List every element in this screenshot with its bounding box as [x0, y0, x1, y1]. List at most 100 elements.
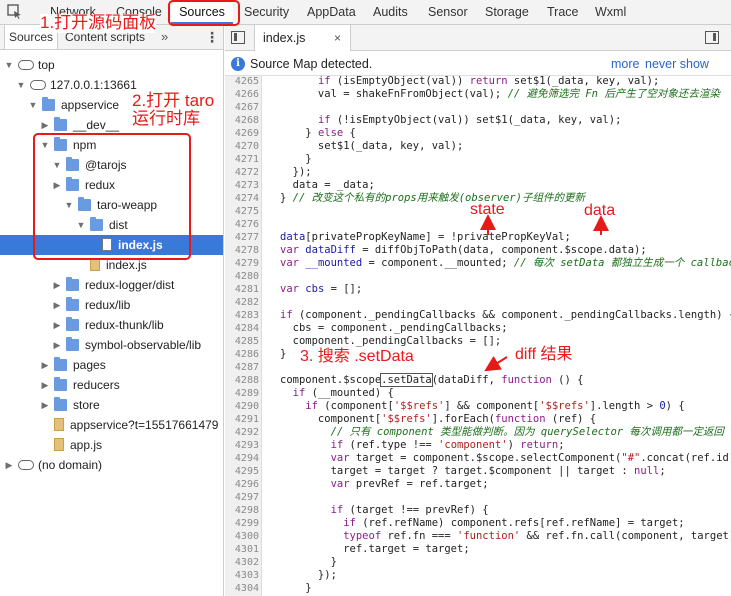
navigator-menu-icon[interactable]: ⋮ [205, 25, 219, 49]
collapsed-triangle-icon[interactable]: ▶ [40, 395, 50, 415]
tree-item-label: store [73, 398, 100, 412]
line-number[interactable]: 4295 [225, 465, 259, 478]
collapsed-triangle-icon[interactable]: ▶ [40, 375, 50, 395]
tab-trace[interactable]: Trace [547, 0, 579, 24]
code-line: var prevRef = ref.target; [330, 478, 489, 490]
line-number[interactable]: 4275 [225, 205, 259, 218]
code-line: } [280, 556, 337, 568]
line-number[interactable]: 4265 [225, 76, 259, 88]
line-number[interactable]: 4277 [225, 231, 259, 244]
line-number[interactable]: 4289 [225, 387, 259, 400]
line-number[interactable]: 4304 [225, 582, 259, 595]
infobar-more-link[interactable]: more [611, 52, 639, 76]
tab-wxml[interactable]: Wxml [595, 0, 626, 24]
collapsed-triangle-icon[interactable]: ▶ [4, 455, 14, 475]
line-number[interactable]: 4293 [225, 439, 259, 452]
line-number[interactable]: 4284 [225, 322, 259, 335]
folder-icon [54, 357, 67, 371]
tree-item-label: top [38, 58, 55, 72]
code-line: // 只有 component 类型能做判断。因为 querySelector … [330, 426, 724, 438]
tree-item[interactable]: ▶ (no domain) [0, 455, 223, 475]
line-number[interactable]: 4296 [225, 478, 259, 491]
collapsed-triangle-icon[interactable]: ▶ [40, 355, 50, 375]
line-number[interactable]: 4300 [225, 530, 259, 543]
expanded-triangle-icon[interactable]: ▼ [4, 55, 14, 75]
toggle-navigator-icon[interactable] [231, 31, 245, 44]
code-editor[interactable]: if (isEmptyObject(val)) return set$1(_da… [263, 76, 731, 596]
collapsed-triangle-icon[interactable]: ▶ [52, 295, 62, 315]
tree-item-label: __dev__ [73, 118, 120, 132]
tree-item[interactable]: ▶ redux/lib [0, 295, 223, 315]
tree-item[interactable]: appservice?t=15517661479 [0, 415, 223, 435]
line-number[interactable]: 4298 [225, 504, 259, 517]
code-line: if (ref.type !== 'component') return; [330, 439, 565, 451]
line-number[interactable]: 4301 [225, 543, 259, 556]
collapsed-triangle-icon[interactable]: ▶ [52, 315, 62, 335]
line-number[interactable]: 4282 [225, 296, 259, 309]
code-line: }); [280, 166, 312, 178]
tab-audits[interactable]: Audits [373, 0, 408, 24]
line-number[interactable]: 4273 [225, 179, 259, 192]
line-number[interactable]: 4288 [225, 374, 259, 387]
tree-item[interactable]: ▶ redux-logger/dist [0, 275, 223, 295]
line-number[interactable]: 4303 [225, 569, 259, 582]
tree-item[interactable]: ▶ symbol-observable/lib [0, 335, 223, 355]
code-line: if (__mounted) { [292, 387, 394, 399]
tab-storage[interactable]: Storage [485, 0, 529, 24]
collapsed-triangle-icon[interactable]: ▶ [52, 275, 62, 295]
line-number[interactable]: 4285 [225, 335, 259, 348]
tree-item[interactable]: app.js [0, 435, 223, 455]
line-number[interactable]: 4271 [225, 153, 259, 166]
cloud-icon [30, 80, 46, 90]
tab-appdata[interactable]: AppData [307, 0, 356, 24]
collapsed-triangle-icon[interactable]: ▶ [40, 115, 50, 135]
toggle-debugger-icon[interactable] [705, 31, 719, 44]
folder-icon [66, 337, 79, 351]
expanded-triangle-icon[interactable]: ▼ [16, 75, 26, 95]
line-number[interactable]: 4292 [225, 426, 259, 439]
line-number[interactable]: 4269 [225, 127, 259, 140]
code-line: target = target ? target.$component || t… [280, 465, 666, 477]
tree-item[interactable]: ▼ top [0, 55, 223, 75]
infobar-never-show-link[interactable]: never show [645, 52, 709, 76]
line-number[interactable]: 4294 [225, 452, 259, 465]
line-number[interactable]: 4279 [225, 257, 259, 270]
line-number[interactable]: 4302 [225, 556, 259, 569]
cloud-icon [18, 60, 34, 70]
source-map-infobar: i Source Map detected. more never show [225, 52, 731, 76]
line-number[interactable]: 4290 [225, 400, 259, 413]
close-tab-icon[interactable]: × [334, 25, 341, 51]
more-tabs-chevron-icon[interactable]: » [161, 25, 168, 49]
line-number[interactable]: 4278 [225, 244, 259, 257]
line-number[interactable]: 4270 [225, 140, 259, 153]
inspect-element-icon[interactable] [7, 4, 22, 19]
line-number[interactable]: 4272 [225, 166, 259, 179]
line-number[interactable]: 4286 [225, 348, 259, 361]
line-number[interactable]: 4291 [225, 413, 259, 426]
line-number[interactable]: 4283 [225, 309, 259, 322]
line-number[interactable]: 4276 [225, 218, 259, 231]
code-line: } [280, 153, 312, 165]
editor-tab-index-js[interactable]: index.js × [254, 25, 351, 51]
tree-item[interactable]: ▶ pages [0, 355, 223, 375]
line-number[interactable]: 4299 [225, 517, 259, 530]
line-number[interactable]: 4274 [225, 192, 259, 205]
tree-item[interactable]: ▶ store [0, 395, 223, 415]
folder-icon [42, 97, 55, 111]
expanded-triangle-icon[interactable]: ▼ [28, 95, 38, 115]
line-number[interactable]: 4268 [225, 114, 259, 127]
line-number[interactable]: 4266 [225, 88, 259, 101]
tab-security[interactable]: Security [244, 0, 289, 24]
annotation-step1: 1.打开源码面板 [40, 13, 157, 33]
tree-item[interactable]: ▶ reducers [0, 375, 223, 395]
line-number[interactable]: 4280 [225, 270, 259, 283]
line-number[interactable]: 4267 [225, 101, 259, 114]
annotation-state: state [470, 201, 505, 218]
line-number[interactable]: 4297 [225, 491, 259, 504]
line-number[interactable]: 4287 [225, 361, 259, 374]
collapsed-triangle-icon[interactable]: ▶ [52, 335, 62, 355]
code-line: ref.target = target; [280, 543, 470, 555]
tab-sensor[interactable]: Sensor [428, 0, 468, 24]
line-number[interactable]: 4281 [225, 283, 259, 296]
tree-item[interactable]: ▶ redux-thunk/lib [0, 315, 223, 335]
